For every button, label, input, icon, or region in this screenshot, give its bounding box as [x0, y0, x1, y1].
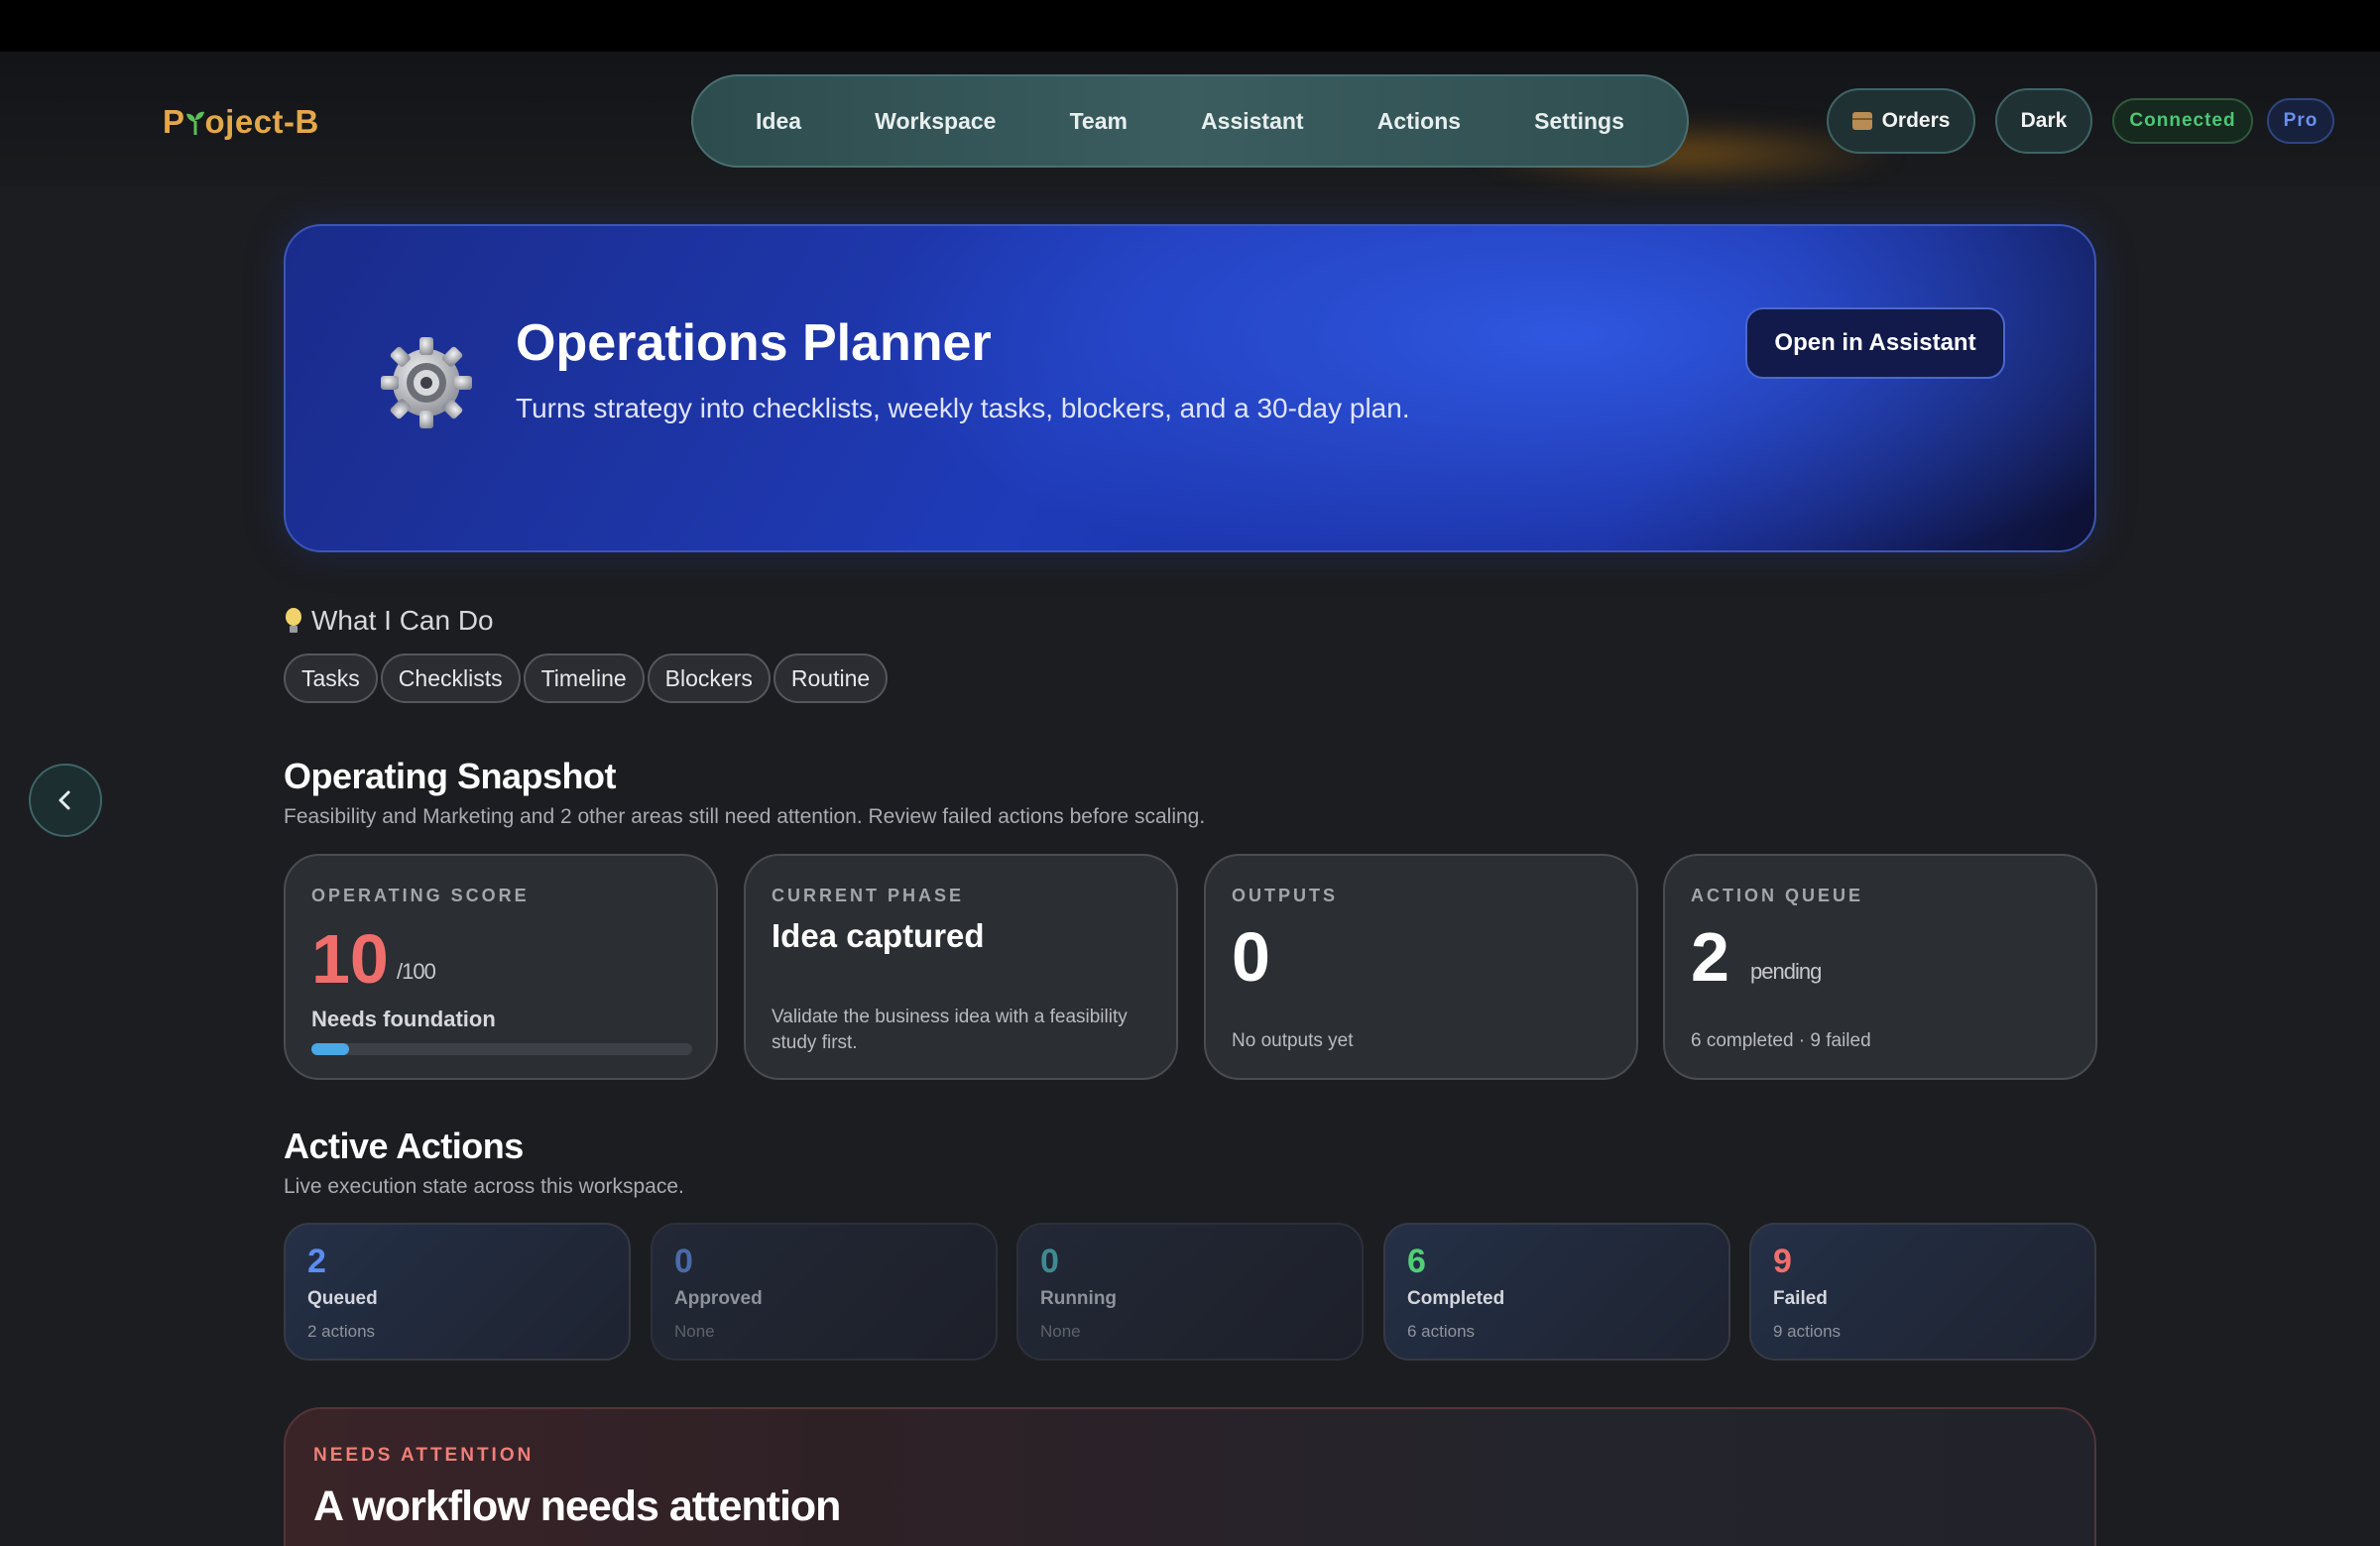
- nav-idea[interactable]: Idea: [742, 98, 815, 145]
- stat-value: 6: [1407, 1243, 1426, 1280]
- stat-label: Approved: [674, 1288, 763, 1309]
- plan-badge: Pro: [2267, 98, 2334, 144]
- score-progress-fill: [311, 1043, 350, 1055]
- stat-label: Queued: [307, 1288, 378, 1309]
- snapshot-title: Operating Snapshot: [284, 756, 617, 796]
- stat-queued[interactable]: 2 Queued 2 actions: [284, 1223, 631, 1361]
- phase-description: Validate the business idea with a feasib…: [772, 1007, 1128, 1053]
- stat-sub: None: [674, 1322, 715, 1341]
- card-label: OUTPUTS: [1232, 886, 1339, 905]
- queue-unit: pending: [1750, 959, 1822, 984]
- card-label: OPERATING SCORE: [311, 886, 530, 905]
- action-queue-card: ACTION QUEUE 2 pending 6 completed · 9 f…: [1663, 854, 2097, 1080]
- phase-value: Idea captured: [772, 917, 985, 954]
- stat-running[interactable]: 0 Running None: [1016, 1223, 1364, 1361]
- hero-banner: Operations Planner Turns strategy into c…: [284, 224, 2096, 552]
- active-actions-title: Active Actions: [284, 1126, 524, 1166]
- stat-label: Failed: [1773, 1288, 1828, 1309]
- open-in-assistant-button[interactable]: Open in Assistant: [1745, 307, 2005, 379]
- stat-label: Completed: [1407, 1288, 1505, 1309]
- theme-toggle-button[interactable]: Dark: [1995, 88, 2092, 154]
- chip-blockers[interactable]: Blockers: [647, 654, 771, 703]
- lightbulb-icon: [286, 608, 301, 634]
- hero-title: Operations Planner: [516, 314, 992, 372]
- main-nav: Idea Workspace Team Assistant Actions Se…: [691, 74, 1689, 168]
- stat-failed[interactable]: 9 Failed 9 actions: [1749, 1223, 2096, 1361]
- package-icon: [1851, 112, 1872, 130]
- attention-title: A workflow needs attention: [313, 1483, 841, 1530]
- card-label: ACTION QUEUE: [1691, 886, 1864, 905]
- stat-label: Running: [1040, 1288, 1118, 1309]
- hero-subtitle: Turns strategy into checklists, weekly t…: [516, 393, 1410, 423]
- stat-sub: 9 actions: [1773, 1322, 1842, 1341]
- stat-sub: 2 actions: [307, 1322, 376, 1341]
- score-status: Needs foundation: [311, 1007, 496, 1031]
- capabilities-heading: What I Can Do: [286, 605, 494, 637]
- top-strip: [0, 0, 2380, 52]
- back-button[interactable]: [29, 764, 102, 837]
- card-label: CURRENT PHASE: [772, 886, 965, 905]
- outputs-value: 0: [1232, 918, 1270, 996]
- stat-value: 0: [1040, 1243, 1059, 1280]
- nav-actions[interactable]: Actions: [1364, 98, 1475, 145]
- orders-button[interactable]: Orders: [1827, 88, 1975, 154]
- score-progress-bar: [311, 1043, 692, 1055]
- attention-label: NEEDS ATTENTION: [313, 1445, 535, 1466]
- needs-attention-panel: NEEDS ATTENTION A workflow needs attenti…: [284, 1407, 2096, 1546]
- gear-icon: [381, 337, 472, 428]
- sprout-icon: [185, 111, 204, 135]
- nav-workspace[interactable]: Workspace: [861, 98, 1010, 145]
- nav-settings[interactable]: Settings: [1520, 98, 1638, 145]
- stat-completed[interactable]: 6 Completed 6 actions: [1383, 1223, 1730, 1361]
- chip-routine[interactable]: Routine: [773, 654, 889, 703]
- outputs-card: OUTPUTS 0 No outputs yet: [1204, 854, 1638, 1080]
- chip-timeline[interactable]: Timeline: [523, 654, 645, 703]
- stat-approved[interactable]: 0 Approved None: [651, 1223, 998, 1361]
- snapshot-subtitle: Feasibility and Marketing and 2 other ar…: [284, 805, 1206, 828]
- operating-score-card: OPERATING SCORE 10 /100 Needs foundation: [284, 854, 718, 1080]
- capability-chips: Tasks Checklists Timeline Blockers Routi…: [284, 654, 889, 703]
- orders-label: Orders: [1881, 109, 1951, 132]
- nav-team[interactable]: Team: [1056, 98, 1141, 145]
- stat-value: 0: [674, 1243, 693, 1280]
- queue-footer: 6 completed · 9 failed: [1691, 1030, 1871, 1051]
- current-phase-card: CURRENT PHASE Idea captured Validate the…: [744, 854, 1178, 1080]
- chip-tasks[interactable]: Tasks: [284, 654, 378, 703]
- stat-value: 2: [307, 1243, 326, 1280]
- capabilities-heading-text: What I Can Do: [311, 605, 494, 636]
- logo-letter: P: [163, 103, 185, 140]
- chevron-left-icon: [59, 790, 70, 810]
- outputs-footer: No outputs yet: [1232, 1030, 1354, 1051]
- score-max: /100: [397, 959, 436, 984]
- stat-sub: None: [1040, 1322, 1081, 1341]
- nav-assistant[interactable]: Assistant: [1187, 98, 1318, 145]
- stat-sub: 6 actions: [1407, 1322, 1476, 1341]
- active-actions-subtitle: Live execution state across this workspa…: [284, 1175, 684, 1198]
- chip-checklists[interactable]: Checklists: [380, 654, 521, 703]
- connection-status-badge: Connected: [2112, 98, 2253, 144]
- score-value: 10: [311, 920, 389, 998]
- stat-value: 9: [1773, 1243, 1792, 1280]
- queue-value: 2: [1691, 918, 1729, 996]
- logo-text: oject-B: [204, 103, 319, 140]
- app-logo[interactable]: Poject-B: [163, 103, 319, 141]
